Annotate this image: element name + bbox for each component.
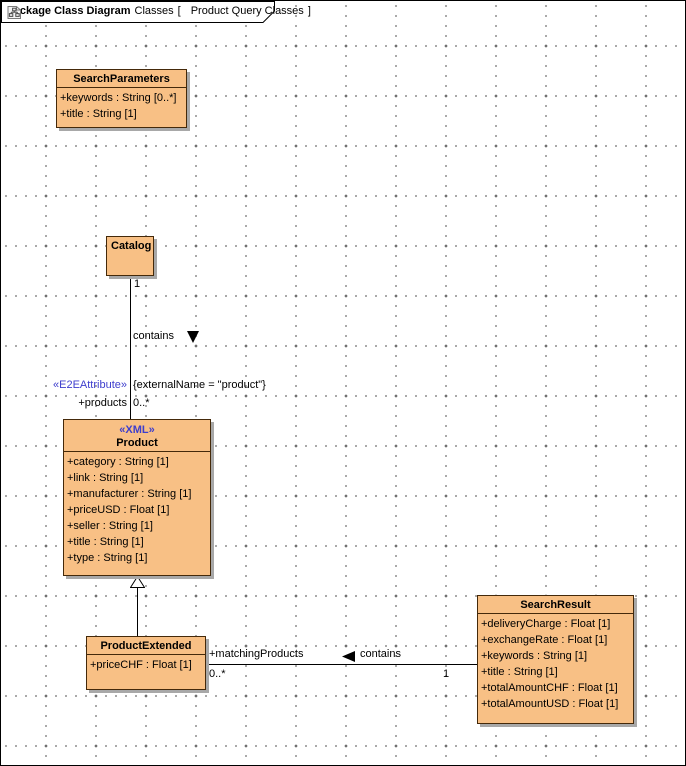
direction-arrow-left-icon	[342, 651, 355, 662]
association-name-contains-horizontal: contains	[360, 648, 401, 660]
association-searchresult-productextended[interactable]	[206, 664, 477, 665]
attribute: +totalAmountCHF : Float [1]	[481, 680, 630, 696]
association-constraint: {externalName = "product"}	[133, 379, 266, 391]
direction-arrow-down-icon	[187, 331, 199, 343]
class-product[interactable]: «XML» Product +category : String [1] +li…	[63, 419, 211, 576]
class-productextended[interactable]: ProductExtended +priceCHF : Float [1]	[86, 636, 206, 690]
class-name: Catalog	[107, 237, 153, 254]
attribute: +priceCHF : Float [1]	[90, 657, 202, 673]
bracket-close: ]	[308, 5, 311, 17]
multiplicity-catalog-end: 1	[134, 278, 140, 290]
association-stereotype: «E2EAttribute»	[21, 379, 127, 391]
attribute: +manufacturer : String [1]	[67, 486, 207, 502]
attribute: +totalAmountUSD : Float [1]	[481, 696, 630, 712]
role-products: +products	[21, 397, 127, 409]
attribute: +deliveryCharge : Float [1]	[481, 616, 630, 632]
attribute: +category : String [1]	[67, 454, 207, 470]
attribute: +keywords : String [1]	[481, 648, 630, 664]
attribute: +title : String [1]	[60, 106, 183, 122]
bracket-open: [	[178, 5, 181, 17]
generalization-arrow-icon	[130, 576, 145, 588]
attribute: +title : String [1]	[481, 664, 630, 680]
attribute: +exchangeRate : Float [1]	[481, 632, 630, 648]
attribute: +seller : String [1]	[67, 518, 207, 534]
attribute: +priceUSD : Float [1]	[67, 502, 207, 518]
class-stereotype: «XML»	[68, 423, 206, 437]
class-searchparameters[interactable]: SearchParameters +keywords : String [0..…	[56, 69, 187, 128]
diagram-context-label: Classes	[135, 5, 174, 17]
diagram-frame-tab: package Class Diagram Classes [ Product …	[1, 1, 281, 24]
class-searchresult[interactable]: SearchResult +deliveryCharge : Float [1]…	[477, 595, 634, 724]
attribute: +keywords : String [0..*]	[60, 90, 183, 106]
multiplicity-matchingproducts-end: 0..*	[209, 668, 226, 680]
attribute: +link : String [1]	[67, 470, 207, 486]
diagram-kind-label: package Class Diagram	[7, 5, 131, 17]
association-name-contains-vertical: contains	[133, 330, 174, 342]
class-name: ProductExtended	[87, 637, 205, 655]
attribute: +title : String [1]	[67, 534, 207, 550]
diagram-name-label: Product Query Classes	[191, 5, 304, 17]
class-header: «XML» Product	[64, 420, 210, 452]
class-name: SearchParameters	[57, 70, 186, 88]
multiplicity-searchresult-end: 1	[443, 668, 449, 680]
attribute: +type : String [1]	[67, 550, 207, 566]
class-name: SearchResult	[478, 596, 633, 614]
multiplicity-products-end: 0..*	[133, 397, 150, 409]
association-catalog-product[interactable]	[130, 276, 131, 419]
class-catalog[interactable]: Catalog	[106, 236, 154, 276]
class-name: Product	[116, 437, 158, 449]
role-matchingproducts: +matchingProducts	[209, 648, 303, 660]
generalization-productextended-product[interactable]	[137, 587, 138, 636]
diagram-canvas[interactable]: package Class Diagram Classes [ Product …	[0, 0, 686, 766]
